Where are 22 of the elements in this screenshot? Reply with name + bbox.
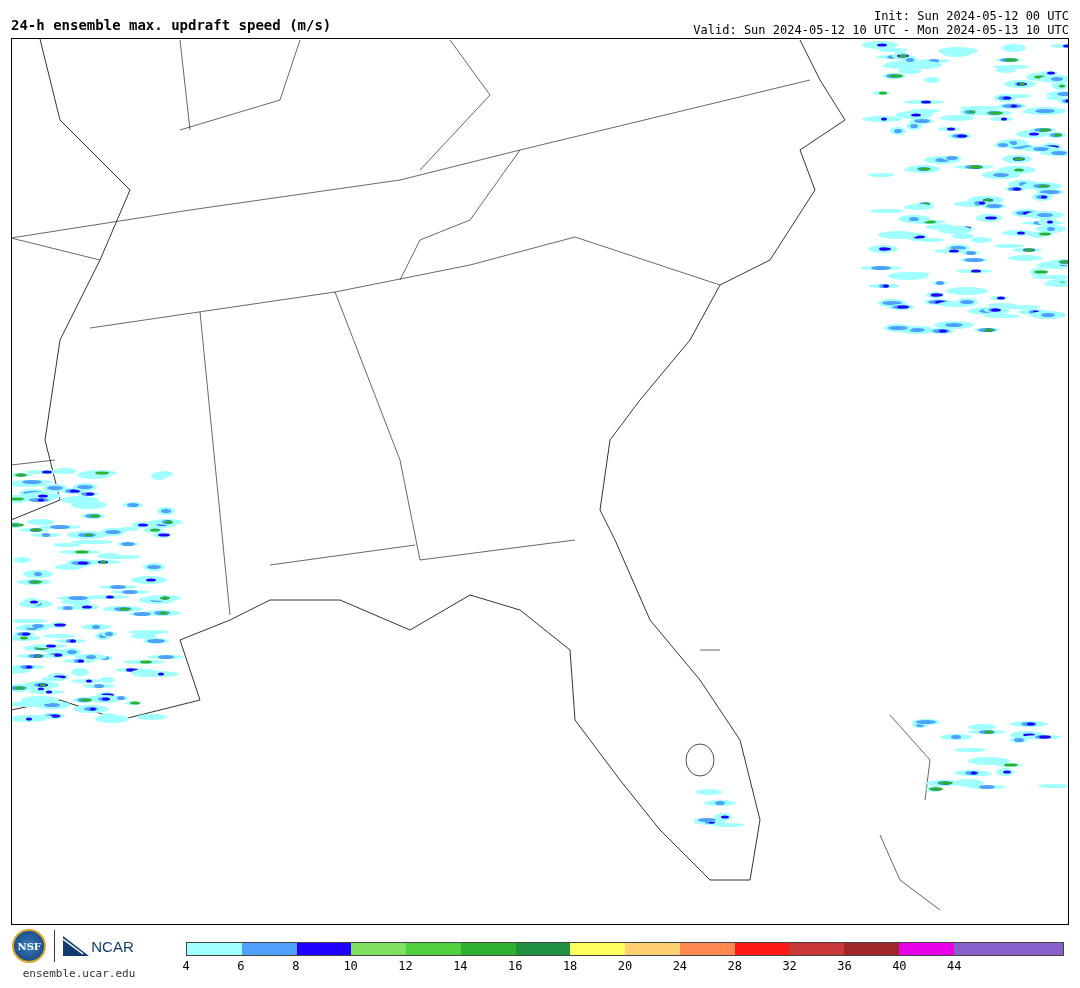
scale-label: 28 (727, 959, 742, 973)
nsf-logo: NSF (12, 929, 47, 963)
valid-time: Valid: Sun 2024-05-12 10 UTC - Mon 2024-05-13 10 UTC (693, 23, 1069, 37)
scale-label: 6 (237, 959, 245, 973)
triangle-icon (63, 936, 90, 956)
scale-label: 44 (947, 959, 962, 973)
scale-label: 32 (782, 959, 797, 973)
scale-label: 10 (343, 959, 358, 973)
site-url: ensemble.ucar.edu (22, 967, 137, 980)
scale-label: 12 (398, 959, 413, 973)
scale-label: 8 (292, 959, 300, 973)
chart-title: 24-h ensemble max. updraft speed (m/s) (11, 17, 332, 35)
scale-label: 14 (453, 959, 468, 973)
scale-label: 20 (617, 959, 633, 973)
scale-label: 18 (562, 959, 578, 973)
scale-label: 24 (672, 959, 688, 973)
ncar-logo: NCAR (91, 937, 134, 955)
scale-label: 16 (508, 959, 523, 973)
scale-label: 36 (837, 959, 852, 973)
scale-label: 4 (182, 959, 190, 973)
init-time: Init: Sun 2024-05-12 00 UTC (873, 9, 1069, 23)
scale-label: 40 (892, 959, 907, 973)
